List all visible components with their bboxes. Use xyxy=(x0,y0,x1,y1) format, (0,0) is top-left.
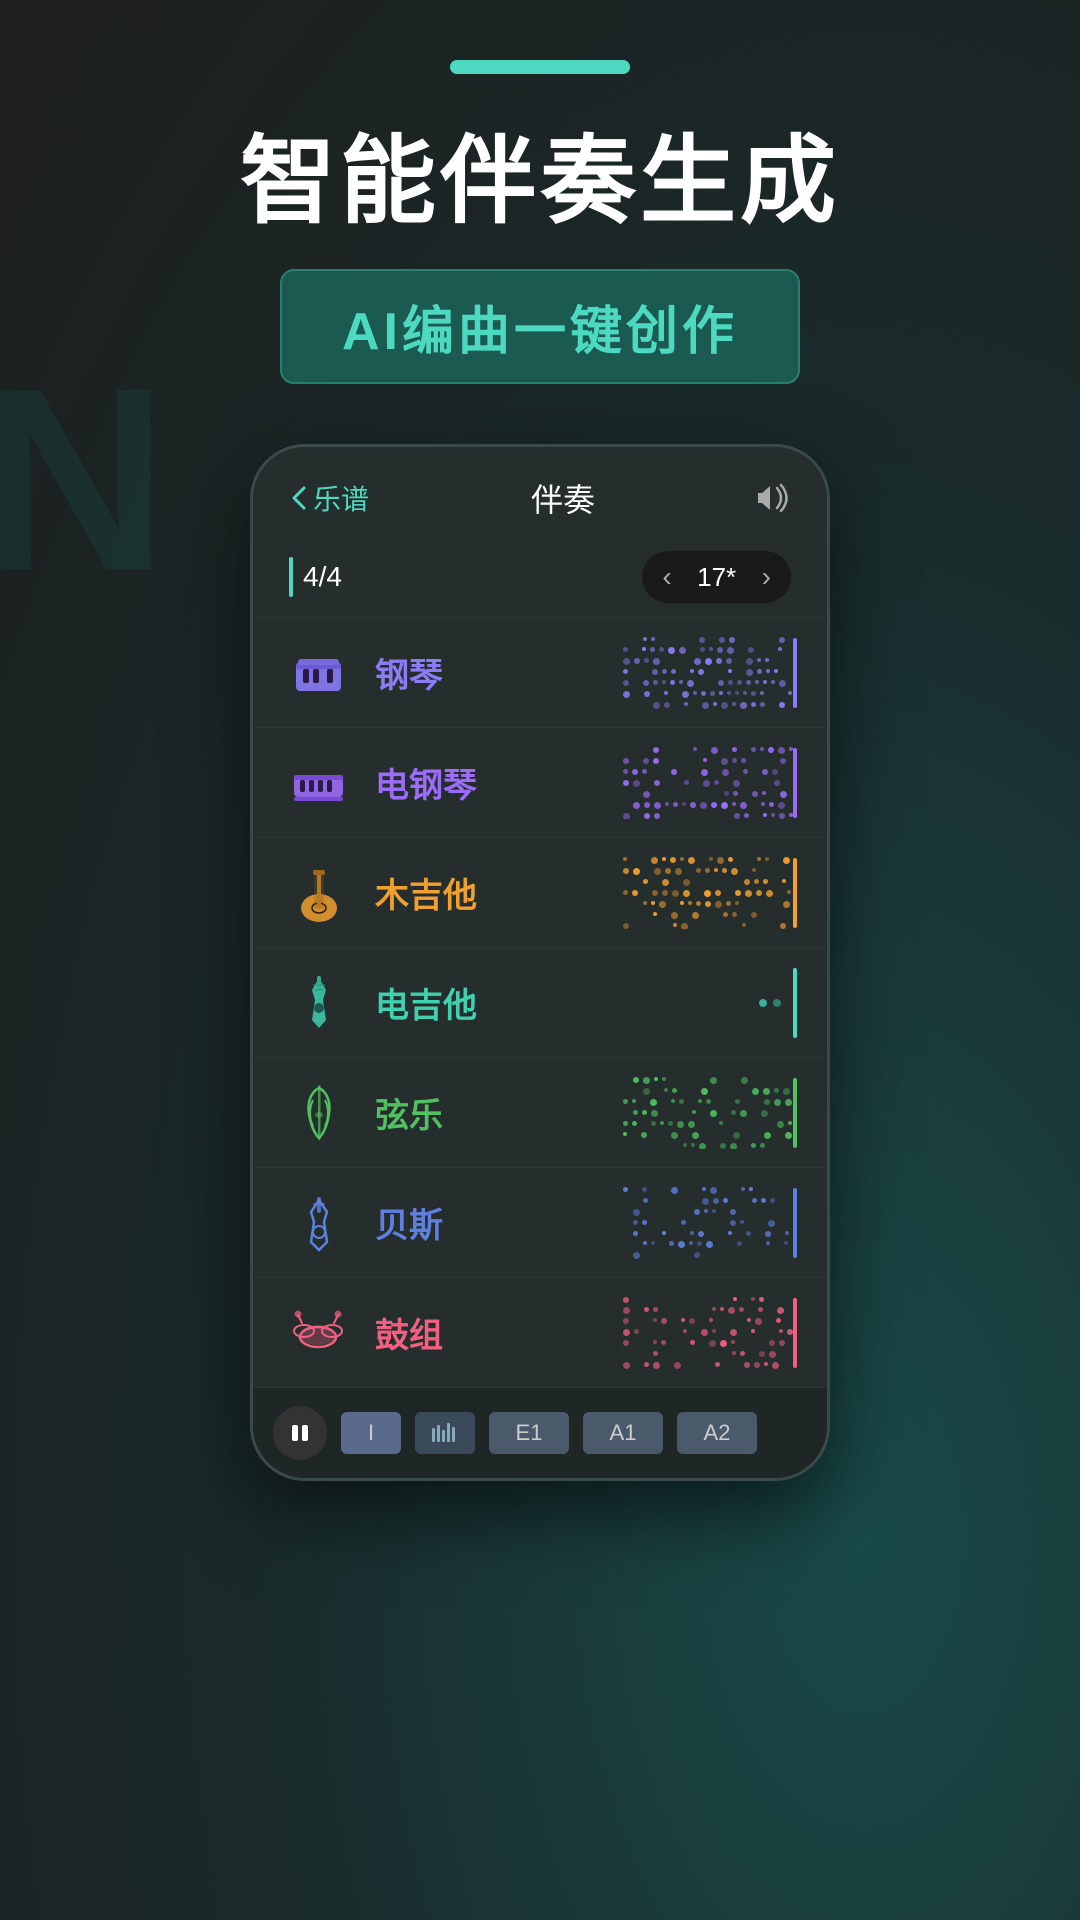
instrument-row-epiano[interactable]: 电钢琴 xyxy=(253,727,827,837)
bass-icon xyxy=(283,1188,353,1258)
drums-name: 鼓组 xyxy=(375,1308,623,1357)
tempo-value: 17* xyxy=(692,562,742,593)
instrument-row-strings[interactable]: 弦乐 xyxy=(253,1057,827,1167)
instrument-row-drums[interactable]: 鼓组 xyxy=(253,1277,827,1387)
strings-pattern xyxy=(623,1077,793,1149)
strings-icon xyxy=(283,1078,353,1148)
segment-bars[interactable] xyxy=(415,1412,475,1454)
bass-pattern xyxy=(623,1187,793,1259)
drums-track-line xyxy=(793,1298,797,1368)
instrument-row-bass[interactable]: 贝斯 xyxy=(253,1167,827,1277)
phone-mockup: 乐谱 伴奏 4/4 ‹ 17* › xyxy=(250,444,830,1481)
eguitar-small-dots xyxy=(759,999,781,1007)
nav-title: 伴奏 xyxy=(531,475,595,521)
bass-name: 贝斯 xyxy=(375,1198,623,1247)
time-sig-value: 4/4 xyxy=(303,561,342,593)
tempo-control: ‹ 17* › xyxy=(642,551,791,603)
bottom-player: I E1 A1 A2 xyxy=(253,1387,827,1478)
tempo-increase-button[interactable]: › xyxy=(762,561,771,593)
tempo-decrease-button[interactable]: ‹ xyxy=(662,561,671,593)
subtitle-badge: AI编曲一键创作 xyxy=(280,269,800,384)
segment-I[interactable]: I xyxy=(341,1412,401,1454)
guitar-icon xyxy=(283,858,353,928)
nav-back-button[interactable]: 乐谱 xyxy=(289,478,369,518)
page-content: 智能伴奏生成 AI编曲一键创作 乐谱 伴奏 xyxy=(0,0,1080,1481)
time-sig-indicator xyxy=(289,557,293,597)
time-signature: 4/4 xyxy=(289,557,342,597)
strings-track-line xyxy=(793,1078,797,1148)
drums-pattern xyxy=(623,1297,793,1369)
segment-A1[interactable]: A1 xyxy=(583,1412,663,1454)
pause-button[interactable] xyxy=(273,1406,327,1460)
piano-pattern xyxy=(623,637,793,709)
subtitle-text: AI编曲一键创作 xyxy=(342,303,738,361)
segment-A2-label: A2 xyxy=(690,1412,745,1454)
epiano-track-line xyxy=(793,748,797,818)
guitar-track-line xyxy=(793,858,797,928)
piano-icon xyxy=(283,638,353,708)
nav-back-label: 乐谱 xyxy=(313,478,369,518)
segment-A2[interactable]: A2 xyxy=(677,1412,757,1454)
instrument-row-eguitar[interactable]: 电吉他 xyxy=(253,947,827,1057)
epiano-icon xyxy=(283,748,353,818)
guitar-name: 木吉他 xyxy=(375,868,623,917)
epiano-pattern xyxy=(623,747,793,819)
piano-track-line xyxy=(793,638,797,708)
eguitar-name: 电吉他 xyxy=(375,978,567,1027)
epiano-name: 电钢琴 xyxy=(375,758,623,807)
piano-name: 钢琴 xyxy=(375,648,623,697)
instrument-list: 钢琴 电钢琴 xyxy=(253,617,827,1387)
instrument-row-guitar[interactable]: 木吉他 xyxy=(253,837,827,947)
sound-button[interactable] xyxy=(757,483,791,513)
phone-nav: 乐谱 伴奏 xyxy=(253,447,827,537)
guitar-pattern xyxy=(623,857,793,929)
segment-E1-label: E1 xyxy=(502,1412,557,1454)
time-signature-bar: 4/4 ‹ 17* › xyxy=(253,537,827,617)
instrument-row-piano[interactable]: 钢琴 xyxy=(253,617,827,727)
main-title: 智能伴奏生成 xyxy=(240,124,840,239)
segment-I-label: I xyxy=(354,1412,388,1454)
drums-icon xyxy=(283,1298,353,1368)
strings-name: 弦乐 xyxy=(375,1088,623,1137)
bass-track-line xyxy=(793,1188,797,1258)
eguitar-icon xyxy=(283,968,353,1038)
top-accent-bar xyxy=(450,60,630,74)
segment-E1[interactable]: E1 xyxy=(489,1412,569,1454)
segment-A1-label: A1 xyxy=(596,1412,651,1454)
eguitar-track-line xyxy=(793,968,797,1038)
